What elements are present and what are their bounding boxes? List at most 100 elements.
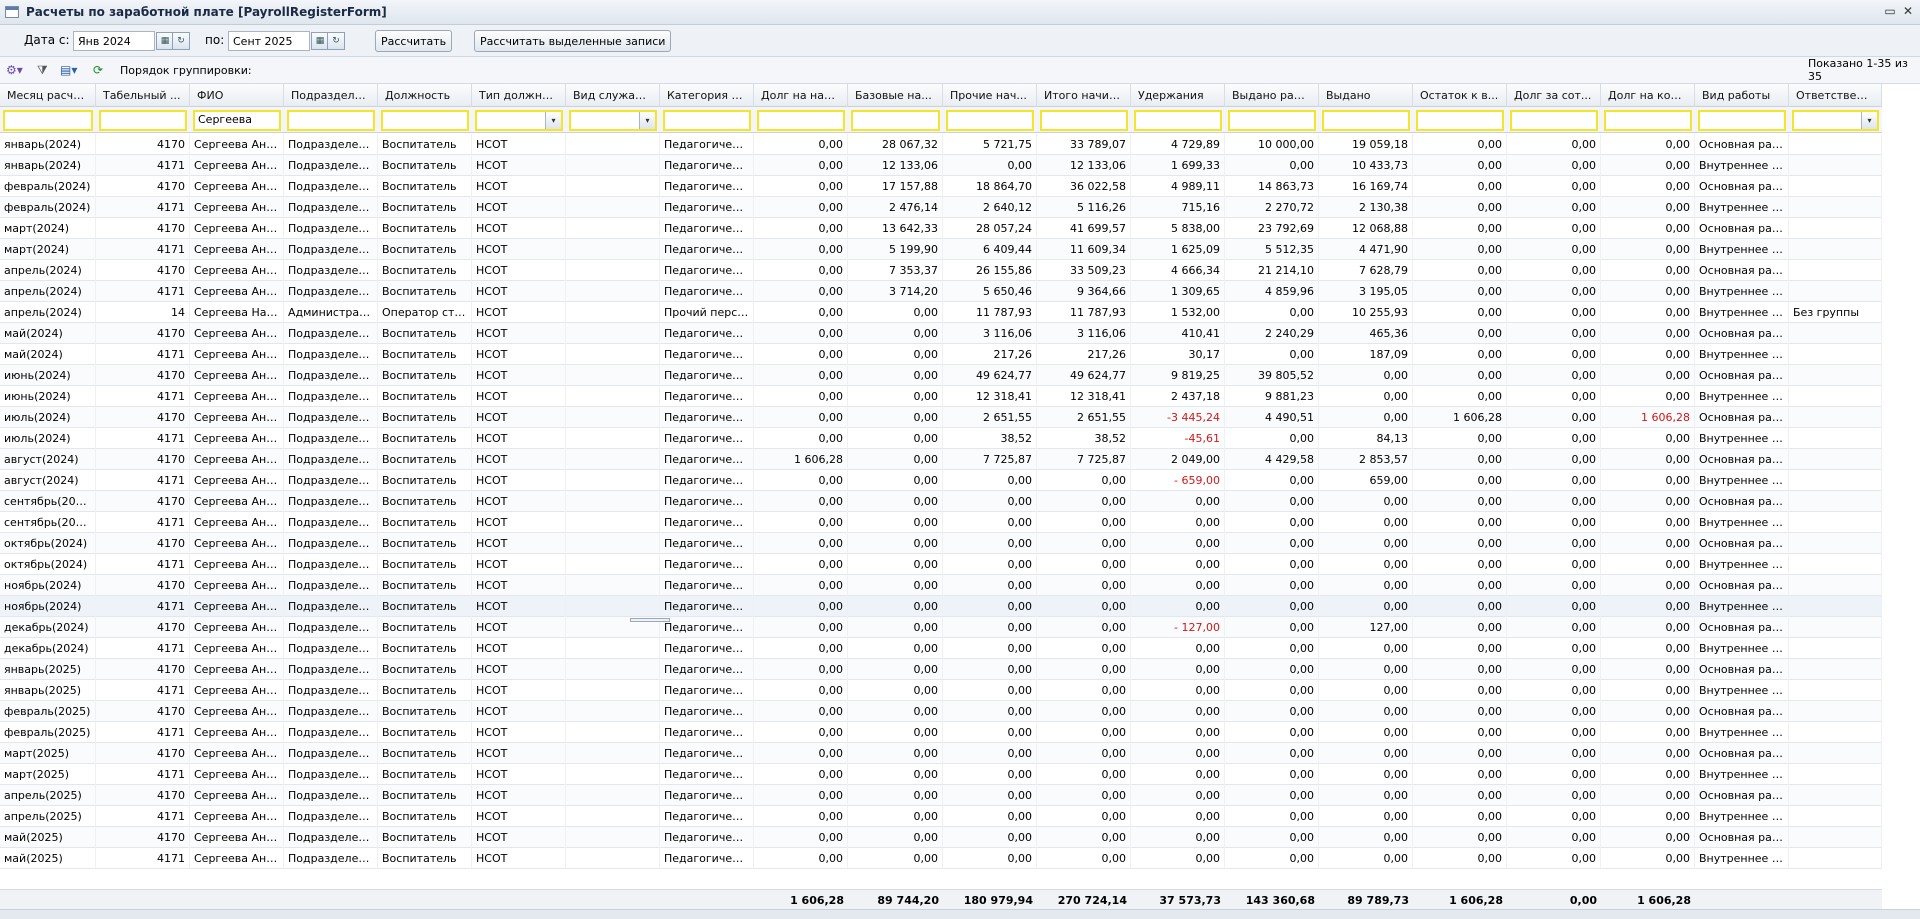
table-row[interactable]: февраль(2025) 4170 Сергеева Анж... Подразде… [0, 701, 1882, 722]
cell-paid: 0,00 [1319, 806, 1413, 827]
column-header-position-type[interactable]: Тип должности [472, 84, 566, 107]
column-header-category[interactable]: Категория п... [660, 84, 754, 107]
table-row[interactable]: март(2024) 4171 Сергеева Анж... Подразделен… [0, 239, 1882, 260]
table-row[interactable]: декабрь(2024) 4171 Сергеева Анж... Подразде… [0, 638, 1882, 659]
column-header-paid[interactable]: Выдано [1319, 84, 1413, 107]
cell-position: Воспитатель [378, 365, 472, 386]
table-row[interactable]: апрель(2024) 4171 Сергеева Анж... Подраздел… [0, 281, 1882, 302]
refresh-date-icon[interactable]: ↻ [327, 32, 345, 50]
table-row[interactable]: февраль(2024) 4171 Сергеева Анж... Подразде… [0, 197, 1882, 218]
column-header-tab-number[interactable]: Табельный ... [96, 84, 190, 107]
table-row[interactable]: июнь(2024) 4170 Сергеева Анж... Подразделен… [0, 365, 1882, 386]
table-row[interactable]: октябрь(2024) 4171 Сергеева Анж... Подразде… [0, 554, 1882, 575]
refresh-date-icon[interactable]: ↻ [172, 32, 190, 50]
column-header-total-accrual[interactable]: Итого начис... [1037, 84, 1131, 107]
date-to-field[interactable]: Сент 2025 [228, 31, 310, 51]
table-row[interactable]: январь(2024) 4170 Сергеева Анж... Подраздел… [0, 134, 1882, 155]
column-header-deductions[interactable]: Удержания [1131, 84, 1225, 107]
table-row[interactable]: май(2025) 4171 Сергеева Анж... Подразделени… [0, 848, 1882, 869]
filter-input-month[interactable] [3, 110, 93, 131]
column-header-debt-start[interactable]: Долг на нач... [754, 84, 848, 107]
cell-department: Подразделени... [284, 575, 378, 596]
column-header-paid-advance[interactable]: Выдано ран... [1225, 84, 1319, 107]
table-row[interactable]: январь(2025) 4171 Сергеева Анж... Подраздел… [0, 680, 1882, 701]
filter-input-total-accrual[interactable] [1040, 110, 1128, 131]
table-row[interactable]: апрель(2025) 4170 Сергеева Анж... Подраздел… [0, 785, 1882, 806]
table-row[interactable]: ноябрь(2024) 4171 Сергеева Анж... Подраздел… [0, 596, 1882, 617]
filter-input-debt-employee[interactable] [1510, 110, 1598, 131]
filter-input-balance[interactable] [1416, 110, 1504, 131]
filter-input-employee-kind[interactable]: ▾ [569, 110, 657, 131]
column-header-balance[interactable]: Остаток к в... [1413, 84, 1507, 107]
table-row[interactable]: июнь(2024) 4171 Сергеева Анж... Подразделен… [0, 386, 1882, 407]
table-row[interactable]: март(2024) 4170 Сергеева Анж... Подразделен… [0, 218, 1882, 239]
column-header-work-type[interactable]: Вид работы [1695, 84, 1789, 107]
calculate-button[interactable]: Рассчитать [375, 30, 453, 52]
table-row[interactable]: июль(2024) 4171 Сергеева Анж... Подразделен… [0, 428, 1882, 449]
filter-input-responsible[interactable]: ▾ [1792, 110, 1879, 131]
cell-position-type: НСОТ [472, 575, 566, 596]
cell-other-accrual: 0,00 [943, 764, 1037, 785]
chevron-down-icon[interactable]: ▾ [545, 112, 561, 129]
table-row[interactable]: август(2024) 4171 Сергеева Анж... Подраздел… [0, 470, 1882, 491]
refresh-icon[interactable]: ⟳ [93, 62, 103, 78]
table-row[interactable]: январь(2025) 4170 Сергеева Анж... Подраздел… [0, 659, 1882, 680]
settings-gear-icon[interactable]: ⚙▾ [6, 62, 23, 78]
drag-handle[interactable] [630, 618, 670, 622]
cell-other-accrual: 0,00 [943, 638, 1037, 659]
column-header-debt-end[interactable]: Долг на кон... [1601, 84, 1695, 107]
column-header-employee-kind[interactable]: Вид служащего [566, 84, 660, 107]
table-row[interactable]: апрель(2024) 14 Сергеева Ната... Администра… [0, 302, 1882, 323]
column-header-responsible[interactable]: Ответственны... [1789, 84, 1882, 107]
filter-input-position-type[interactable]: ▾ [475, 110, 563, 131]
table-row[interactable]: апрель(2025) 4171 Сергеева Анж... Подраздел… [0, 806, 1882, 827]
filter-input-position[interactable] [381, 110, 469, 131]
filter-input-paid[interactable] [1322, 110, 1410, 131]
table-row[interactable]: февраль(2024) 4170 Сергеева Анж... Подразде… [0, 176, 1882, 197]
table-row[interactable]: ноябрь(2024) 4170 Сергеева Анж... Подраздел… [0, 575, 1882, 596]
calculate-selected-button[interactable]: Рассчитать выделенные записи [474, 30, 672, 52]
table-row[interactable]: апрель(2024) 4170 Сергеева Анж... Подраздел… [0, 260, 1882, 281]
filter-input-tab-number[interactable] [99, 110, 187, 131]
cell-work-type: Основная раб... [1695, 449, 1789, 470]
minimize-icon[interactable]: ▭ [1883, 5, 1897, 19]
export-icon[interactable]: ▤▾ [60, 62, 77, 78]
table-row[interactable]: март(2025) 4171 Сергеева Анж... Подразделен… [0, 764, 1882, 785]
column-header-month[interactable]: Месяц расчета [0, 84, 96, 107]
table-row[interactable]: декабрь(2024) 4170 Сергеева Анж... Подразде… [0, 617, 1882, 638]
table-row[interactable]: июль(2024) 4170 Сергеева Анж... Подразделен… [0, 407, 1882, 428]
filter-input-category[interactable] [663, 110, 751, 131]
filter-input-other-accrual[interactable] [946, 110, 1034, 131]
column-header-department[interactable]: Подразделение [284, 84, 378, 107]
filter-input-base-accrual[interactable] [851, 110, 940, 131]
column-header-debt-employee[interactable]: Долг за сот... [1507, 84, 1601, 107]
clear-filter-icon[interactable]: ⧩ [37, 62, 48, 78]
cell-position-type: НСОТ [472, 134, 566, 155]
table-row[interactable]: сентябрь(2024) 4171 Сергеева Анж... Подразд… [0, 512, 1882, 533]
filter-input-department[interactable] [287, 110, 375, 131]
filter-input-paid-advance[interactable] [1228, 110, 1316, 131]
filter-input-fio[interactable]: Сергеева [193, 110, 281, 131]
column-header-position[interactable]: Должность [378, 84, 472, 107]
table-row[interactable]: сентябрь(2024) 4170 Сергеева Анж... Подразд… [0, 491, 1882, 512]
table-row[interactable]: март(2025) 4170 Сергеева Анж... Подразделен… [0, 743, 1882, 764]
table-row[interactable]: май(2025) 4170 Сергеева Анж... Подразделени… [0, 827, 1882, 848]
filter-input-debt-end[interactable] [1604, 110, 1692, 131]
filter-input-debt-start[interactable] [757, 110, 845, 131]
column-header-other-accrual[interactable]: Прочие нач... [943, 84, 1037, 107]
column-header-base-accrual[interactable]: Базовые на... [848, 84, 943, 107]
chevron-down-icon[interactable]: ▾ [639, 112, 655, 129]
table-row[interactable]: май(2024) 4170 Сергеева Анж... Подразделени… [0, 323, 1882, 344]
date-from-field[interactable]: Янв 2024 [73, 31, 155, 51]
chevron-down-icon[interactable]: ▾ [1861, 112, 1877, 129]
table-row[interactable]: август(2024) 4170 Сергеева Анж... Подраздел… [0, 449, 1882, 470]
cell-tab-number: 4170 [96, 743, 190, 764]
table-row[interactable]: январь(2024) 4171 Сергеева Анж... Подраздел… [0, 155, 1882, 176]
filter-input-deductions[interactable] [1134, 110, 1222, 131]
column-header-fio[interactable]: ФИО [190, 84, 284, 107]
table-row[interactable]: февраль(2025) 4171 Сергеева Анж... Подразде… [0, 722, 1882, 743]
table-row[interactable]: октябрь(2024) 4170 Сергеева Анж... Подразде… [0, 533, 1882, 554]
filter-input-work-type[interactable] [1698, 110, 1786, 131]
table-row[interactable]: май(2024) 4171 Сергеева Анж... Подразделени… [0, 344, 1882, 365]
close-icon[interactable]: ✕ [1901, 5, 1915, 19]
